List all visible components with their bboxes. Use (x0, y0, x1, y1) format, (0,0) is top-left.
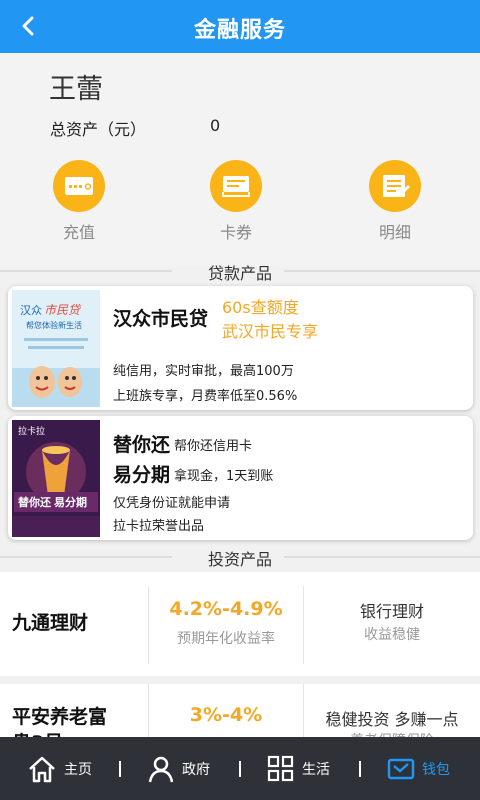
coupon-icon (210, 160, 262, 212)
investment-section-header: 投资产品 (0, 544, 480, 570)
investment-section-title: 投资产品 (207, 550, 272, 569)
investment-row-jiutong[interactable]: 九通理财 4.2%-4.9% 预期年化收益率 银行理财 收益稳健 (0, 572, 480, 676)
app-header: 金融服务 (0, 0, 480, 53)
loan-subtitle: 拿现金，1天到账 (174, 469, 274, 484)
promo-slogan: 帮您体验新生活 (26, 320, 82, 330)
loan-highlight-region: 武汉市民专享 (222, 322, 319, 341)
investment-type: 银行理财 (359, 602, 424, 621)
investment-name: 平安养老富 (12, 706, 108, 728)
hanzhong-promo-image: 汉众 市民贷 帮您体验新生活 (12, 290, 100, 407)
promo-brand-text: 汉众 (20, 304, 42, 317)
tab-life-label: 生活 (302, 761, 330, 778)
promo-banner-text: 替你还 易分期 (18, 495, 87, 509)
investment-type: 稳健投资 多赚一点 (325, 710, 459, 729)
loan-card-lakala[interactable]: 拉卡拉 替你还 易分期 替你还 帮你还信用卡 易分期 拿现金，1天到账 仅凭身份… (8, 416, 473, 540)
detail-icon (369, 160, 421, 212)
bottom-tab-bar: 主页 政府 生活 钱包 (0, 737, 480, 800)
person-icon (148, 756, 174, 782)
account-summary: 王蕾 总资产（元） 0 充值 卡券 明细 (0, 53, 480, 265)
tab-government-label: 政府 (182, 761, 210, 778)
loan-description-line: 纯信用，实时审批，最高100万 (113, 364, 294, 379)
tab-home[interactable]: 主页 (26, 737, 92, 800)
lakala-promo-image: 拉卡拉 替你还 易分期 (12, 420, 100, 537)
promo-brand-highlight: 市民贷 (44, 303, 82, 317)
investment-row-pingan[interactable]: 平安养老富 贵3号 3%-4% 稳健投资 多赚一点 养老保障保险 (0, 684, 480, 754)
tab-wallet[interactable]: 钱包 (386, 737, 450, 800)
investment-name: 九通理财 (12, 612, 89, 634)
card-icon (53, 160, 105, 212)
investment-type-sub: 收益稳健 (364, 627, 420, 643)
page-title: 金融服务 (193, 18, 286, 43)
tab-separator (119, 761, 121, 777)
coupon-label: 卡券 (219, 223, 252, 242)
total-assets-label: 总资产（元） (50, 120, 147, 139)
recharge-label: 充值 (62, 223, 95, 242)
loan-description-line: 仅凭身份证就能申请 (113, 496, 231, 511)
tab-life[interactable]: 生活 (266, 737, 330, 800)
detail-button[interactable]: 明细 (335, 160, 455, 243)
loan-title: 替你还 (113, 434, 171, 456)
tab-wallet-label: 钱包 (422, 761, 450, 778)
investment-rate: 3%-4% (189, 704, 263, 726)
promo-brand-text: 拉卡拉 (18, 425, 45, 436)
loan-title: 汉众市民贷 (113, 308, 209, 330)
divider (148, 586, 149, 664)
home-icon (29, 756, 55, 782)
loan-highlight-quota: 60s查额度 (222, 298, 299, 317)
wallet-icon (387, 758, 415, 779)
loan-title: 易分期 (113, 464, 171, 486)
loan-card-hanzhong[interactable]: 汉众 市民贷 帮您体验新生活 汉众市民贷 60s查额度 武汉市民专享 纯信用，实… (8, 286, 473, 410)
tab-separator (359, 761, 361, 777)
grid-icon (267, 755, 294, 781)
recharge-button[interactable]: 充值 (19, 160, 139, 243)
user-name: 王蕾 (49, 74, 103, 105)
tab-separator (239, 761, 241, 777)
loan-subtitle: 帮你还信用卡 (174, 439, 253, 454)
loan-description-line: 拉卡拉荣誉出品 (113, 519, 205, 534)
total-assets-value: 0 (210, 116, 221, 135)
coupon-button[interactable]: 卡券 (176, 160, 296, 243)
investment-rate-label: 预期年化收益率 (177, 631, 275, 647)
detail-label: 明细 (378, 223, 411, 242)
tab-government[interactable]: 政府 (146, 737, 210, 800)
loan-section-header: 贷款产品 (0, 258, 480, 284)
investment-rate: 4.2%-4.9% (169, 598, 283, 620)
divider (148, 684, 149, 737)
tab-home-label: 主页 (64, 761, 92, 778)
loan-section-title: 贷款产品 (207, 264, 272, 283)
loan-description-line: 上班族专享，月费率低至0.56% (113, 389, 298, 404)
